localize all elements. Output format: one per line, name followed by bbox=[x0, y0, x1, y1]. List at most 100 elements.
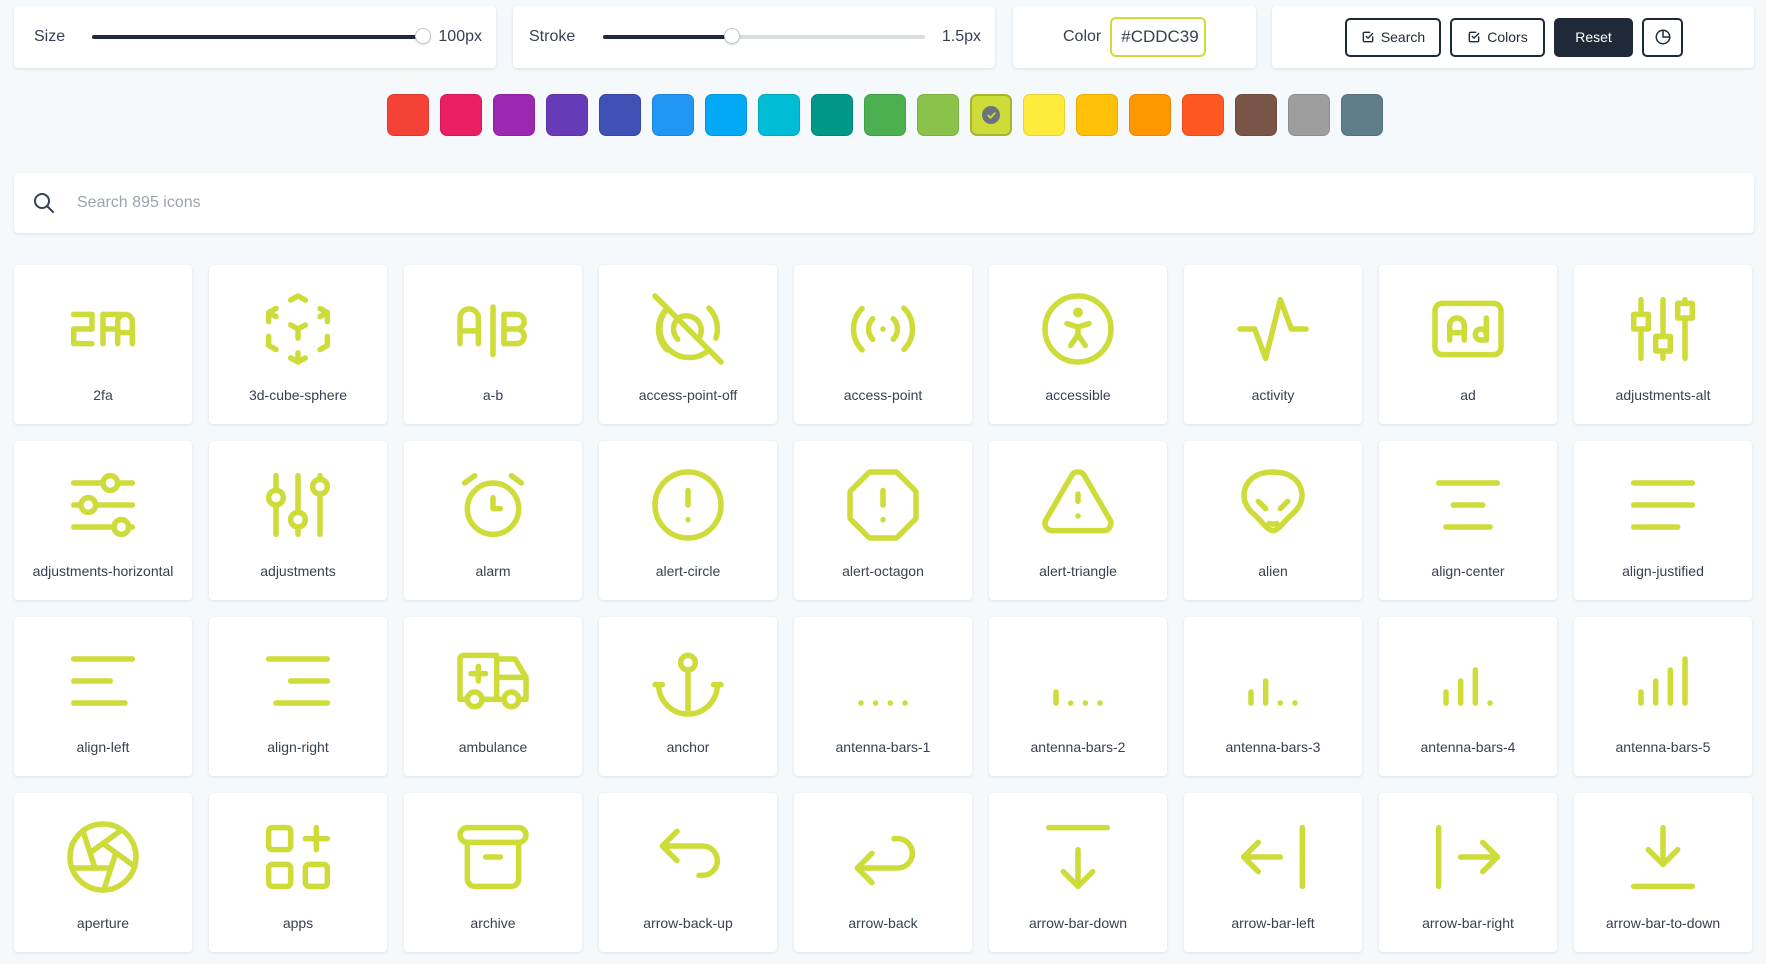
search-input[interactable] bbox=[77, 194, 1754, 212]
icon-name: align-left bbox=[76, 739, 130, 755]
icon-card[interactable]: alarm bbox=[404, 441, 582, 600]
icon-name: alarm bbox=[475, 563, 511, 579]
stroke-slider-handle[interactable] bbox=[723, 28, 740, 44]
icon-card[interactable]: adjustments-horizontal bbox=[14, 441, 192, 600]
color-swatch[interactable] bbox=[546, 94, 588, 136]
icon-card[interactable]: antenna-bars-2 bbox=[989, 617, 1167, 776]
search-toggle-button[interactable]: Search bbox=[1345, 17, 1441, 57]
alert-circle-icon bbox=[644, 461, 732, 549]
icon-card[interactable]: access-point bbox=[794, 265, 972, 424]
icon-name: arrow-back bbox=[848, 915, 918, 931]
stroke-slider[interactable] bbox=[603, 28, 925, 44]
icon-card[interactable]: arrow-back bbox=[794, 793, 972, 952]
icon-name: 3d-cube-sphere bbox=[248, 387, 348, 403]
color-swatch[interactable] bbox=[917, 94, 959, 136]
color-swatch[interactable] bbox=[652, 94, 694, 136]
alert-octagon-icon bbox=[839, 461, 927, 549]
icon-name: antenna-bars-2 bbox=[1030, 739, 1126, 755]
color-swatch[interactable] bbox=[1076, 94, 1118, 136]
color-panel: Color #CDDC39 bbox=[1013, 6, 1256, 68]
icon-card[interactable]: arrow-bar-left bbox=[1184, 793, 1362, 952]
icon-card[interactable]: antenna-bars-4 bbox=[1379, 617, 1557, 776]
icon-card[interactable]: archive bbox=[404, 793, 582, 952]
icon-card[interactable]: accessible bbox=[989, 265, 1167, 424]
size-slider[interactable] bbox=[92, 28, 432, 44]
icon-card[interactable]: antenna-bars-3 bbox=[1184, 617, 1362, 776]
icon-name: adjustments-alt bbox=[1615, 387, 1711, 403]
color-swatch[interactable] bbox=[758, 94, 800, 136]
reset-button[interactable]: Reset bbox=[1554, 17, 1633, 57]
icon-name: antenna-bars-1 bbox=[835, 739, 931, 755]
icon-card[interactable]: 3d-cube-sphere bbox=[209, 265, 387, 424]
icon-search-bar bbox=[14, 173, 1754, 233]
color-swatch[interactable] bbox=[1023, 94, 1065, 136]
icon-card[interactable]: ambulance bbox=[404, 617, 582, 776]
icon-card[interactable]: activity bbox=[1184, 265, 1362, 424]
icon-card[interactable]: aperture bbox=[14, 793, 192, 952]
icon-card[interactable]: antenna-bars-1 bbox=[794, 617, 972, 776]
icon-name: accessible bbox=[1045, 387, 1111, 403]
color-swatch[interactable] bbox=[1235, 94, 1277, 136]
align-left-icon bbox=[59, 637, 147, 725]
icon-name: alert-triangle bbox=[1039, 563, 1117, 579]
icon-name: anchor bbox=[666, 739, 710, 755]
arrow-bar-to-down-icon bbox=[1619, 813, 1707, 901]
icon-card[interactable]: alert-octagon bbox=[794, 441, 972, 600]
color-swatch[interactable] bbox=[811, 94, 853, 136]
colors-toggle-button[interactable]: Colors bbox=[1450, 17, 1545, 57]
antenna-bars-5-icon bbox=[1619, 637, 1707, 725]
color-swatch[interactable] bbox=[387, 94, 429, 136]
color-swatch[interactable] bbox=[1288, 94, 1330, 136]
color-swatch[interactable] bbox=[1129, 94, 1171, 136]
icon-name: archive bbox=[470, 915, 516, 931]
icon-card[interactable]: 2fa bbox=[14, 265, 192, 424]
icon-card[interactable]: adjustments-alt bbox=[1574, 265, 1752, 424]
icon-name: arrow-bar-right bbox=[1422, 915, 1514, 931]
icon-card[interactable]: adjustments bbox=[209, 441, 387, 600]
icon-name: align-center bbox=[1431, 563, 1505, 579]
icon-card[interactable]: arrow-bar-right bbox=[1379, 793, 1557, 952]
stroke-panel: Stroke 1.5px bbox=[513, 6, 995, 68]
actions-panel: Search Colors Reset bbox=[1272, 6, 1754, 68]
icon-name: alert-circle bbox=[655, 563, 721, 579]
icon-name: access-point bbox=[843, 387, 923, 403]
antenna-bars-4-icon bbox=[1424, 637, 1512, 725]
color-swatch[interactable] bbox=[440, 94, 482, 136]
icon-card[interactable]: access-point-off bbox=[599, 265, 777, 424]
icon-card[interactable]: arrow-back-up bbox=[599, 793, 777, 952]
color-swatch[interactable] bbox=[493, 94, 535, 136]
theme-toggle-button[interactable] bbox=[1642, 17, 1683, 57]
color-swatch[interactable] bbox=[1341, 94, 1383, 136]
icon-name: antenna-bars-3 bbox=[1225, 739, 1321, 755]
icon-card[interactable]: ad bbox=[1379, 265, 1557, 424]
icon-card[interactable]: arrow-bar-to-down bbox=[1574, 793, 1752, 952]
size-slider-handle[interactable] bbox=[415, 28, 432, 44]
icon-card[interactable]: align-right bbox=[209, 617, 387, 776]
icon-name: arrow-back-up bbox=[643, 915, 733, 931]
alert-triangle-icon bbox=[1034, 461, 1122, 549]
icon-card[interactable]: alien bbox=[1184, 441, 1362, 600]
color-swatch[interactable] bbox=[864, 94, 906, 136]
search-toggle-label: Search bbox=[1380, 29, 1426, 45]
icon-card[interactable]: a-b bbox=[404, 265, 582, 424]
icon-card[interactable]: align-center bbox=[1379, 441, 1557, 600]
color-swatch[interactable] bbox=[1182, 94, 1224, 136]
icon-card[interactable]: alert-circle bbox=[599, 441, 777, 600]
icon-card[interactable]: anchor bbox=[599, 617, 777, 776]
size-value: 100px bbox=[438, 28, 482, 45]
icon-card[interactable]: apps bbox=[209, 793, 387, 952]
icon-card[interactable]: antenna-bars-5 bbox=[1574, 617, 1752, 776]
icon-card[interactable]: alert-triangle bbox=[989, 441, 1167, 600]
icon-name: arrow-bar-to-down bbox=[1605, 915, 1721, 931]
stroke-slider-fill bbox=[603, 35, 732, 39]
icon-card[interactable]: arrow-bar-down bbox=[989, 793, 1167, 952]
icon-name: 2fa bbox=[93, 387, 113, 403]
aperture-icon bbox=[59, 813, 147, 901]
color-swatch[interactable] bbox=[599, 94, 641, 136]
color-swatch[interactable] bbox=[705, 94, 747, 136]
color-hex-input[interactable]: #CDDC39 bbox=[1110, 17, 1207, 57]
color-swatch[interactable] bbox=[970, 94, 1012, 136]
icon-card[interactable]: align-justified bbox=[1574, 441, 1752, 600]
icon-card[interactable]: align-left bbox=[14, 617, 192, 776]
alarm-icon bbox=[449, 461, 537, 549]
